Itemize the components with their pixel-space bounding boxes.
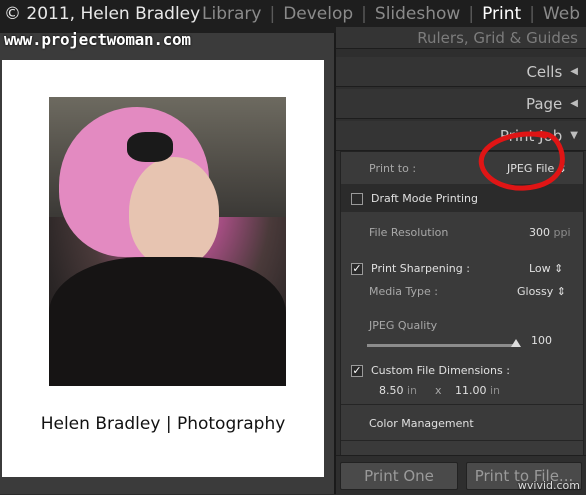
jpeg-quality-slider[interactable] — [367, 344, 517, 347]
width-unit: in — [407, 384, 418, 397]
expand-triangle-icon: ▼ — [570, 130, 578, 141]
print-sharpening-checkbox[interactable]: ✓ — [351, 263, 363, 275]
section-cells[interactable]: Cells ◀ — [336, 57, 586, 87]
print-sharpening-value: Low — [529, 262, 551, 275]
file-resolution-value: 300 — [529, 226, 550, 239]
section-page[interactable]: Page ◀ — [336, 89, 586, 119]
module-separator: | — [269, 4, 276, 24]
module-web[interactable]: Web — [543, 4, 580, 24]
print-job-settings: Print to : JPEG File ⇕ Draft Mode Printi… — [340, 151, 584, 459]
width-field[interactable]: 8.50 in — [379, 384, 417, 397]
section-cells-label: Cells — [526, 62, 563, 81]
photo-coat — [49, 257, 286, 386]
identity-plate: © 2011, Helen Bradley — [4, 4, 201, 24]
module-library[interactable]: Library — [202, 4, 261, 24]
color-management-header[interactable]: Color Management — [369, 417, 474, 430]
module-picker: Library | Develop | Slideshow | Print | … — [202, 4, 580, 24]
module-slideshow[interactable]: Slideshow — [375, 4, 460, 24]
custom-dimensions-label: Custom File Dimensions : — [371, 364, 510, 377]
print-one-button[interactable]: Print One — [340, 462, 458, 490]
right-panel: Rulers, Grid & Guides Cells ◀ Page ◀ Pri… — [336, 27, 586, 494]
width-value: 8.50 — [379, 384, 404, 397]
dimension-times: x — [435, 384, 442, 397]
print-to-label: Print to : — [369, 162, 417, 175]
module-separator: | — [529, 4, 535, 24]
file-resolution-label: File Resolution — [369, 226, 449, 239]
section-print-job[interactable]: Print Job ▼ — [336, 121, 586, 151]
print-to-select[interactable]: JPEG File ⇕ — [507, 162, 567, 175]
module-separator: | — [361, 4, 367, 24]
print-to-value: JPEG File — [507, 162, 555, 175]
page-caption: Helen Bradley | Photography — [40, 414, 286, 434]
divider — [341, 440, 583, 441]
height-value: 11.00 — [455, 384, 487, 397]
section-print-job-label: Print Job — [499, 126, 563, 145]
photo-face — [129, 157, 219, 267]
custom-dimensions-checkbox[interactable]: ✓ — [351, 365, 363, 377]
media-type-value: Glossy — [517, 285, 554, 298]
watermark-url: www.projectwoman.com — [4, 30, 191, 49]
stepper-arrows-icon: ⇕ — [554, 262, 564, 275]
file-resolution-field[interactable]: 300 ppi — [529, 226, 571, 239]
print-preview-area: Helen Bradley | Photography — [0, 33, 334, 494]
media-type-select[interactable]: Glossy ⇕ — [517, 285, 566, 298]
print-page: Helen Bradley | Photography — [2, 60, 324, 477]
stepper-arrows-icon: ⇕ — [557, 162, 567, 175]
photo-cell[interactable] — [49, 97, 286, 386]
jpeg-quality-value[interactable]: 100 — [531, 334, 552, 347]
height-field[interactable]: 11.00 in — [455, 384, 500, 397]
module-separator: | — [468, 4, 475, 24]
collapse-triangle-icon: ◀ — [570, 66, 578, 77]
jpeg-quality-label: JPEG Quality — [369, 319, 438, 332]
print-buttons-bar: Print One Print to File... wvivid.com — [336, 455, 586, 495]
section-rulers-grid-guides[interactable]: Rulers, Grid & Guides — [336, 27, 586, 49]
draft-mode-checkbox[interactable] — [351, 193, 363, 205]
collapse-triangle-icon: ◀ — [570, 98, 578, 109]
file-resolution-unit: ppi — [553, 226, 571, 239]
jpeg-quality-slider-thumb[interactable] — [511, 339, 521, 347]
stepper-arrows-icon: ⇕ — [556, 285, 567, 298]
divider — [341, 404, 583, 405]
photo-bow — [127, 132, 173, 162]
source-credit: wvivid.com — [517, 479, 580, 492]
section-page-label: Page — [525, 94, 563, 113]
print-sharpening-label: Print Sharpening : — [371, 262, 470, 275]
section-rulers-label: Rulers, Grid & Guides — [417, 28, 578, 47]
height-unit: in — [490, 384, 501, 397]
print-sharpening-select[interactable]: Low ⇕ — [529, 262, 563, 275]
draft-mode-label: Draft Mode Printing — [371, 192, 479, 205]
module-develop[interactable]: Develop — [283, 4, 353, 24]
media-type-label: Media Type : — [369, 285, 439, 298]
module-print[interactable]: Print — [482, 4, 521, 24]
